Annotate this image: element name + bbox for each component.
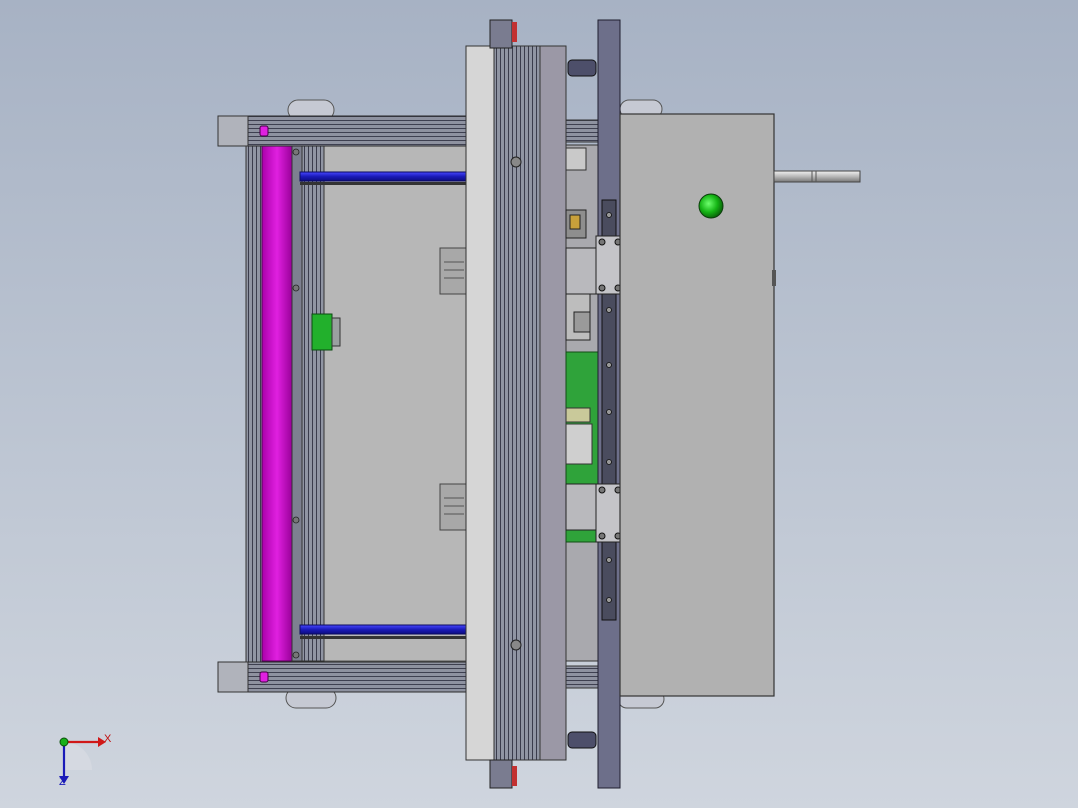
sensor-block — [311, 313, 333, 351]
assembly-drawing — [59, 19, 861, 789]
z-axis-label: Z — [59, 776, 66, 788]
coordinate-triad-icon — [59, 737, 106, 784]
cad-viewport[interactable]: X Z — [0, 0, 1078, 808]
output-shaft — [773, 170, 861, 183]
vertical-beam-light — [465, 45, 495, 761]
green-indicator-light-icon — [698, 193, 724, 219]
magenta-roller — [261, 144, 293, 662]
x-axis-label: X — [104, 733, 112, 745]
control-enclosure — [619, 113, 775, 697]
left-frame-profile — [245, 139, 263, 671]
base-plate — [321, 144, 473, 662]
